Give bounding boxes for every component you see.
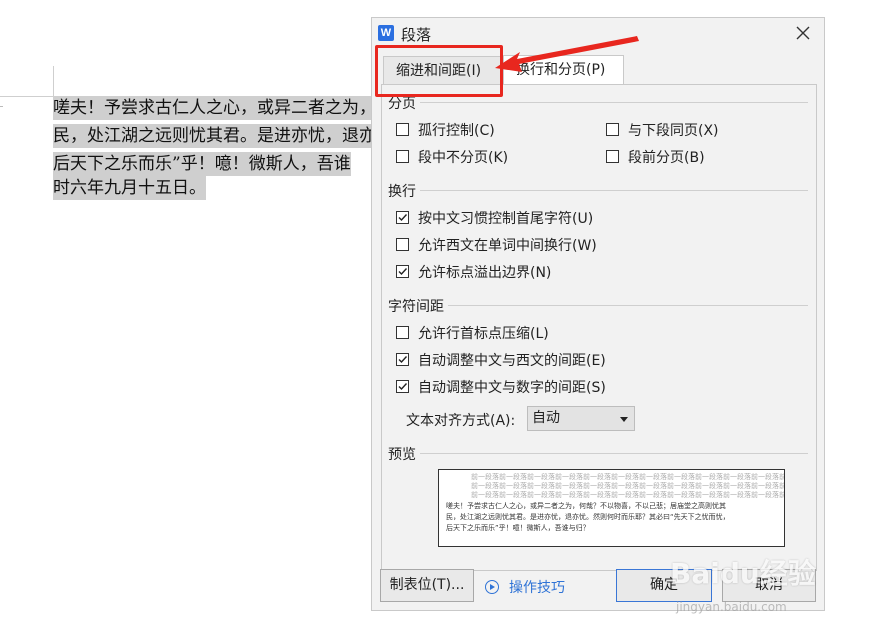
watermark-url: jingyan.baidu.com (676, 600, 787, 614)
annotation-arrow-icon (495, 36, 639, 72)
watermark-logo: Baidu经验 (670, 557, 816, 590)
